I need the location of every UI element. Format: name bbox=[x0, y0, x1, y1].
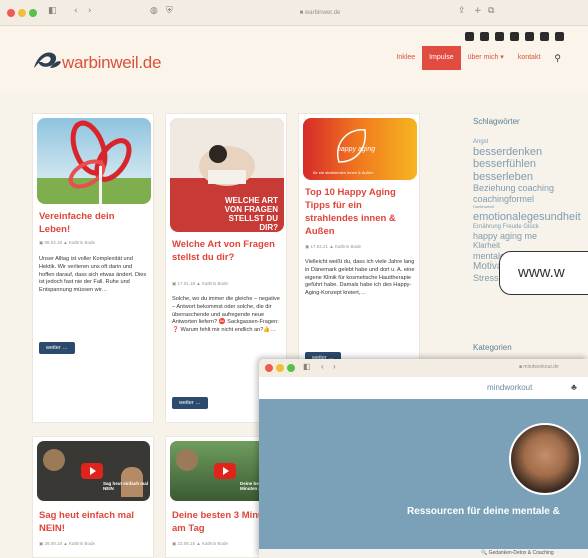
nav-item-impulse[interactable]: Impulse bbox=[422, 46, 461, 70]
site-logo[interactable]: mindworkout bbox=[487, 383, 532, 392]
back-icon[interactable]: ‹ bbox=[321, 362, 324, 371]
mail-icon[interactable] bbox=[555, 32, 564, 41]
instagram-icon[interactable] bbox=[510, 32, 519, 41]
presenter-photo bbox=[509, 423, 581, 495]
post-title[interactable]: Top 10 Happy Aging Tipps für ein strahle… bbox=[305, 186, 415, 238]
post-image[interactable]: happy aging für ein strahlendes Innen & … bbox=[303, 118, 417, 180]
back-icon[interactable]: ‹ bbox=[74, 6, 78, 16]
tiktok-icon[interactable] bbox=[540, 32, 549, 41]
post-title[interactable]: Sag heut einfach mal NEIN! bbox=[39, 509, 149, 535]
categories-heading: Kategorien bbox=[473, 343, 512, 352]
share-icon[interactable]: ⇪ bbox=[458, 6, 466, 16]
tag-link[interactable]: besserdenken bbox=[473, 146, 542, 158]
post-meta: ▣ 23.08.18 ▲ Kathrin Bode bbox=[172, 541, 228, 546]
tag-link[interactable]: Ernährung Freude Glück bbox=[473, 224, 539, 230]
linkedin-icon[interactable] bbox=[480, 32, 489, 41]
site-header: warbinweil.de Inklee Impulse über mich ▾… bbox=[0, 26, 588, 91]
windmill-image bbox=[68, 120, 132, 204]
url-callout: www.w bbox=[499, 251, 588, 295]
youtube-icon[interactable] bbox=[525, 32, 534, 41]
play-icon[interactable] bbox=[81, 463, 103, 479]
minimize-window-button[interactable] bbox=[18, 9, 26, 17]
new-tab-icon[interactable]: + bbox=[474, 6, 482, 16]
tabs-overview-icon[interactable]: ⧉ bbox=[488, 6, 494, 16]
site-header: mindworkout ♣ bbox=[259, 377, 588, 399]
post-image-caption: WELCHE ART VON FRAGEN STELLST DU DIR? bbox=[224, 196, 278, 232]
post-meta: ▣ 06.04.18 ▲ Kathrin Bode bbox=[39, 240, 95, 245]
post-image[interactable]: WELCHE ART VON FRAGEN STELLST DU DIR? bbox=[170, 118, 284, 232]
forward-icon[interactable]: › bbox=[333, 362, 336, 371]
main-nav: Inklee Impulse über mich ▾ kontakt ⚲ bbox=[389, 46, 568, 70]
logo-icon[interactable] bbox=[32, 48, 62, 72]
post-excerpt: Unser Alltag ist voller Komplexität und … bbox=[39, 256, 147, 294]
video-caption: Sag heut einfach mal NEIN bbox=[103, 481, 149, 491]
post-image[interactable] bbox=[37, 118, 151, 204]
site-logo-text[interactable]: warbinweil.de bbox=[62, 53, 161, 73]
tag-link[interactable]: besserleben bbox=[473, 171, 533, 183]
address-bar[interactable]: ■ mindworkout.de bbox=[519, 364, 559, 370]
post-card: Vereinfache dein Leben! ▣ 06.04.18 ▲ Kat… bbox=[32, 113, 154, 423]
close-window-button[interactable] bbox=[265, 364, 273, 372]
facebook-icon[interactable] bbox=[495, 32, 504, 41]
shield-icon[interactable]: ⛨ bbox=[166, 6, 173, 16]
read-more-button[interactable]: weiter … bbox=[172, 397, 208, 409]
tag-link[interactable]: coachingformel bbox=[473, 194, 534, 204]
maximize-window-button[interactable] bbox=[29, 9, 37, 17]
browser-toolbar: ◧ ‹ › ■ mindworkout.de bbox=[259, 359, 588, 377]
read-more-button[interactable]: weiter … bbox=[39, 342, 75, 354]
avatar bbox=[43, 449, 65, 471]
social-links bbox=[465, 32, 564, 41]
sidebar-toggle-icon[interactable]: ◧ bbox=[48, 6, 57, 16]
tag-link[interactable]: Klarheit bbox=[473, 242, 500, 250]
post-excerpt: Vielleicht weißt du, dass ich viele Jahr… bbox=[305, 259, 415, 297]
footer-link[interactable]: 🔍 Gedanken-Detox & Coaching bbox=[481, 550, 554, 556]
second-browser-window: ◧ ‹ › ■ mindworkout.de mindworkout ♣ Res… bbox=[259, 359, 588, 558]
post-image-subcaption: für ein strahlendes Innen & Außen bbox=[313, 170, 374, 175]
tag-link[interactable]: besserfühlen bbox=[473, 159, 536, 170]
xing-icon[interactable] bbox=[465, 32, 474, 41]
post-meta: ▣ 17.04.21 ▲ Kathrin Bode bbox=[305, 244, 361, 249]
nav-item-inklee[interactable]: Inklee bbox=[389, 46, 422, 70]
browser-window: ◧ ‹ › ◍ ⛨ ■ warbinwer.de ⇪ + ⧉ warbinwei… bbox=[0, 0, 588, 558]
search-icon[interactable]: ⚲ bbox=[547, 46, 568, 70]
post-card: Sag heut einfach mal NEIN Sag heut einfa… bbox=[32, 436, 154, 558]
nav-item-ueber-mich[interactable]: über mich ▾ bbox=[461, 46, 511, 70]
post-meta: ▣ 17.01.18 ▲ Kathrin Bode bbox=[172, 281, 228, 286]
tag-link[interactable]: Dankbarkeit bbox=[473, 205, 494, 209]
forward-icon[interactable]: › bbox=[88, 6, 92, 16]
post-image-caption: happy aging bbox=[337, 146, 376, 153]
tag-link[interactable]: happy aging me bbox=[473, 231, 537, 241]
hero-title: Ressourcen für deine mentale & bbox=[407, 506, 560, 517]
browser-toolbar: ◧ ‹ › ◍ ⛨ ■ warbinwer.de ⇪ + ⧉ bbox=[0, 0, 588, 26]
address-bar[interactable]: ■ warbinwer.de bbox=[210, 6, 430, 20]
tag-link[interactable]: Angst bbox=[473, 139, 488, 145]
play-icon[interactable] bbox=[214, 463, 236, 479]
close-window-button[interactable] bbox=[7, 9, 15, 17]
hero-banner bbox=[259, 399, 588, 549]
sidebar-toggle-icon[interactable]: ◧ bbox=[303, 362, 311, 371]
tag-link[interactable]: emotionalegesundheit bbox=[473, 211, 581, 223]
tag-link[interactable]: Beziehung coaching bbox=[473, 184, 554, 193]
maximize-window-button[interactable] bbox=[287, 364, 295, 372]
minimize-window-button[interactable] bbox=[276, 364, 284, 372]
tags-heading: Schlagwörter bbox=[473, 117, 520, 126]
video-thumbnail[interactable]: Sag heut einfach mal NEIN bbox=[37, 441, 150, 501]
post-excerpt: Solche, wo du immer die gleiche – negati… bbox=[172, 296, 280, 334]
post-title[interactable]: Vereinfache dein Leben! bbox=[39, 210, 147, 236]
privacy-icon[interactable]: ◍ bbox=[150, 6, 158, 16]
nav-item-kontakt[interactable]: kontakt bbox=[511, 46, 548, 70]
post-meta: ▣ 28.08.18 ▲ Kathrin Bode bbox=[39, 541, 95, 546]
tree-icon: ♣ bbox=[571, 382, 577, 392]
avatar bbox=[176, 449, 198, 471]
post-title[interactable]: Welche Art von Fragen stellst du dir? bbox=[172, 238, 280, 264]
